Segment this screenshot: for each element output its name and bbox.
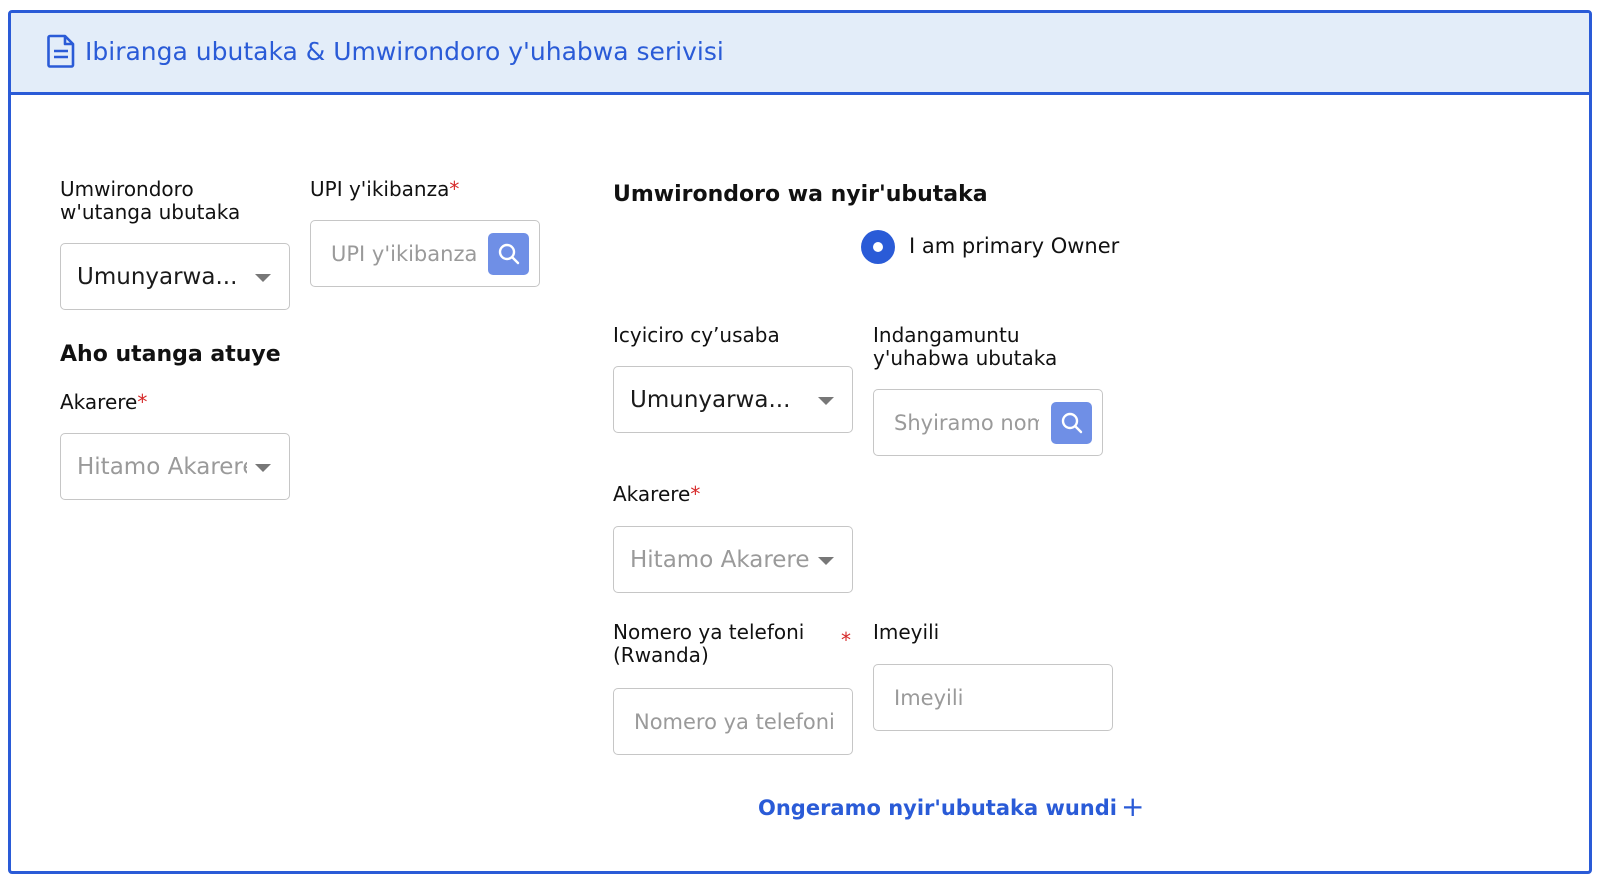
national-id-input-placeholder: Shyiramo nomero xyxy=(894,410,1039,435)
national-id-search-field[interactable]: Shyiramo nomero xyxy=(873,389,1103,456)
provider-id-label: Umwirondoro w'utanga ubutaka xyxy=(60,177,241,224)
owner-district-label: Akarere* xyxy=(613,482,701,506)
chevron-down-icon xyxy=(255,463,271,472)
search-icon xyxy=(498,243,520,264)
upi-search-button[interactable] xyxy=(488,232,529,275)
category-value: Umunyarwa... xyxy=(630,386,791,413)
category-label: Icyiciro cy’usaba xyxy=(613,323,780,347)
chevron-down-icon xyxy=(818,396,834,405)
owner-heading: Umwirondoro wa nyir'ubutaka xyxy=(613,182,988,207)
plus-icon: + xyxy=(1120,790,1145,823)
national-id-label: Indangamuntu y'uhabwa ubutaka xyxy=(873,323,1058,370)
district-label: Akarere* xyxy=(60,390,148,414)
email-input-placeholder: Imeyili xyxy=(894,685,964,710)
phone-label: Nomero ya telefoni (Rwanda) xyxy=(613,620,805,667)
panel-title: Ibiranga ubutaka & Umwirondoro y'uhabwa … xyxy=(85,37,724,66)
chevron-down-icon xyxy=(255,273,271,282)
district-placeholder: Hitamo Akarere xyxy=(77,453,247,480)
required-marker: * xyxy=(137,390,148,414)
panel-header: Ibiranga ubutaka & Umwirondoro y'uhabwa … xyxy=(11,13,1589,95)
document-icon xyxy=(47,34,75,68)
email-input[interactable]: Imeyili xyxy=(873,664,1113,731)
required-marker: * xyxy=(449,177,460,201)
provider-id-select[interactable]: Umunyarwa... xyxy=(60,243,290,310)
location-heading: Aho utanga atuye xyxy=(60,342,281,367)
email-label: Imeyili xyxy=(873,620,940,644)
upi-input-placeholder: UPI y'ikibanza xyxy=(331,241,478,266)
owner-district-placeholder: Hitamo Akarere xyxy=(630,546,810,573)
category-select[interactable]: Umunyarwa... xyxy=(613,366,853,433)
add-owner-label: Ongeramo nyir'ubutaka wundi xyxy=(758,796,1117,820)
required-marker: * xyxy=(690,482,701,506)
national-id-search-button[interactable] xyxy=(1051,401,1092,444)
search-icon xyxy=(1061,412,1083,433)
add-owner-link[interactable]: Ongeramo nyir'ubutaka wundi + xyxy=(758,789,1145,823)
upi-search-field[interactable]: UPI y'ikibanza xyxy=(310,220,540,287)
phone-input[interactable]: Nomero ya telefoni xyxy=(613,688,853,755)
provider-id-value: Umunyarwa... xyxy=(77,263,238,290)
required-marker: * xyxy=(841,628,851,652)
owner-district-select[interactable]: Hitamo Akarere xyxy=(613,526,853,593)
phone-input-placeholder: Nomero ya telefoni xyxy=(634,709,835,734)
chevron-down-icon xyxy=(818,556,834,565)
primary-owner-radio[interactable] xyxy=(861,230,895,264)
district-select[interactable]: Hitamo Akarere xyxy=(60,433,290,500)
upi-label: UPI y'ikibanza* xyxy=(310,177,460,201)
primary-owner-label: I am primary Owner xyxy=(909,234,1120,258)
